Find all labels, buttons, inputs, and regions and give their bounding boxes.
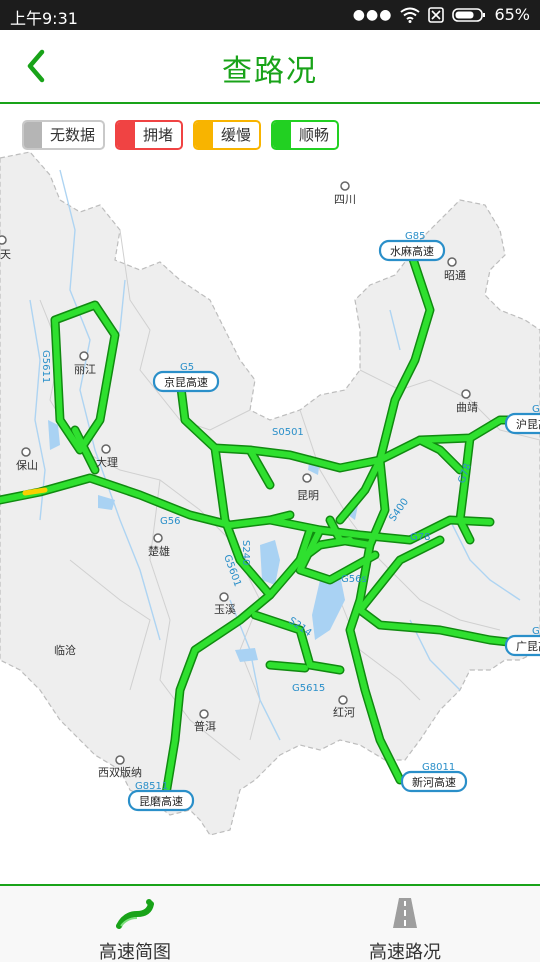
tab-highway-map[interactable]: 高速简图 xyxy=(0,886,270,963)
page-title: 查路况 xyxy=(222,54,318,89)
svg-text:天: 天 xyxy=(0,248,11,261)
status-icons: ●●● 65% xyxy=(353,5,530,24)
svg-text:丽江: 丽江 xyxy=(74,363,96,376)
route-code-g56: G56 xyxy=(160,516,180,527)
svg-text:昆磨高速: 昆磨高速 xyxy=(139,794,183,808)
legend-slow: 缓慢 xyxy=(193,120,262,150)
app-header: 查路况 xyxy=(0,30,540,104)
svg-text:西双版纳: 西双版纳 xyxy=(98,765,142,779)
route-code-g5611: G5611 xyxy=(40,350,51,383)
svg-text:楚雄: 楚雄 xyxy=(148,544,170,558)
legend-swatch-green xyxy=(273,122,292,148)
svg-text:京昆高速: 京昆高速 xyxy=(164,375,208,389)
svg-text:新河高速: 新河高速 xyxy=(412,775,456,789)
highway-map[interactable]: 四川 昭通 曲靖 丽江 保山 大理 昆明 楚雄 玉溪 临沧 普洱 红河 西双版纳… xyxy=(0,150,540,885)
legend-smooth: 顺畅 xyxy=(271,120,340,150)
highway-label-kunmo[interactable]: 昆磨高速 xyxy=(127,789,195,812)
svg-text:大理: 大理 xyxy=(96,455,118,469)
legend-label: 无数据 xyxy=(50,126,96,144)
highway-label-shuima[interactable]: 水麻高速 xyxy=(378,239,446,262)
svg-text:昆明: 昆明 xyxy=(297,489,319,502)
tab-label: 高速简图 xyxy=(99,942,171,963)
wifi-icon xyxy=(400,7,421,23)
legend-no-data: 无数据 xyxy=(22,120,106,150)
highway-map-icon xyxy=(116,899,154,929)
legend-congested: 拥堵 xyxy=(115,120,184,150)
city-sichuan: 四川 xyxy=(334,181,356,206)
svg-text:玉溪: 玉溪 xyxy=(214,603,236,616)
legend-label: 缓慢 xyxy=(221,126,252,144)
svg-text:沪昆高: 沪昆高 xyxy=(516,417,540,431)
map-canvas[interactable]: 四川 昭通 曲靖 丽江 保山 大理 昆明 楚雄 玉溪 临沧 普洱 红河 西双版纳… xyxy=(0,150,540,885)
tab-highway-traffic[interactable]: 高速路况 xyxy=(270,886,540,963)
svg-text:水麻高速: 水麻高速 xyxy=(390,244,434,258)
svg-text:红河: 红河 xyxy=(333,706,355,719)
route-code-s0501: S0501 xyxy=(272,427,304,438)
route-code-g56s: G56s xyxy=(341,574,367,585)
highway-label-hukun[interactable]: 沪昆高 xyxy=(504,412,540,435)
road-icon xyxy=(393,898,417,928)
highway-label-jingkun[interactable]: 京昆高速 xyxy=(152,370,220,393)
highway-label-xinhe[interactable]: 新河高速 xyxy=(400,770,468,793)
sim-off-icon xyxy=(428,6,445,23)
svg-text:保山: 保山 xyxy=(16,458,38,472)
legend-swatch-gray xyxy=(24,122,42,148)
more-dots-icon: ●●● xyxy=(352,6,393,23)
traffic-legend: 无数据 拥堵 缓慢 顺畅 xyxy=(22,120,340,150)
battery-percent: 65% xyxy=(494,5,530,24)
route-code-g5615: G5615 xyxy=(292,683,325,694)
highway-label-guangkun[interactable]: 广昆高 xyxy=(504,634,540,657)
svg-text:广昆高: 广昆高 xyxy=(516,639,540,653)
legend-swatch-red xyxy=(117,122,136,148)
route-code-g78b: G78 xyxy=(410,532,430,543)
tab-label: 高速路况 xyxy=(369,942,441,963)
svg-text:临沧: 临沧 xyxy=(54,643,76,657)
svg-text:普洱: 普洱 xyxy=(194,719,216,733)
status-time: 上午9:31 xyxy=(10,9,78,28)
legend-label: 顺畅 xyxy=(299,126,330,144)
legend-label: 拥堵 xyxy=(143,126,174,144)
battery-icon xyxy=(452,7,486,22)
legend-swatch-yellow xyxy=(195,122,214,148)
svg-text:曲靖: 曲靖 xyxy=(456,401,478,414)
status-bar: 上午9:31 ●●● 65% xyxy=(0,0,540,30)
svg-text:四川: 四川 xyxy=(334,193,356,206)
route-code-s240: S240 xyxy=(240,540,251,565)
svg-text:昭通: 昭通 xyxy=(444,269,466,282)
bottom-tab-bar: 高速简图 高速路况 xyxy=(0,884,540,963)
city-lincang: 临沧 xyxy=(54,643,76,657)
